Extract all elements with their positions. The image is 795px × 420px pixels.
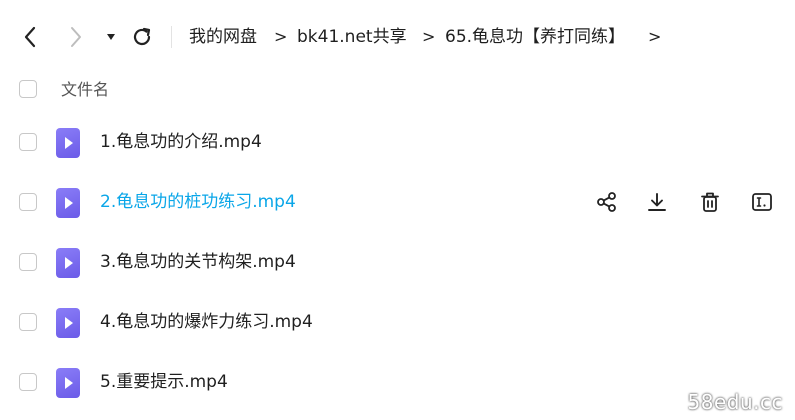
share-button[interactable] <box>593 188 621 216</box>
file-row[interactable]: 3.龟息功的关节构架.mp4 <box>0 233 795 291</box>
file-name[interactable]: 4.龟息功的爆炸力练习.mp4 <box>100 310 313 334</box>
share-icon <box>597 192 616 212</box>
refresh-button[interactable] <box>130 24 154 50</box>
select-all-checkbox[interactable] <box>19 80 37 98</box>
row-checkbox[interactable] <box>19 253 37 271</box>
file-row-hovered[interactable]: 2.龟息功的桩功练习.mp4 <box>0 173 795 231</box>
column-header-filename[interactable]: 文件名 <box>61 79 109 101</box>
chevron-left-icon <box>24 26 36 48</box>
back-button[interactable] <box>18 24 42 50</box>
caret-down-icon <box>107 34 115 40</box>
refresh-icon <box>133 27 151 46</box>
watermark: 58edu.cc <box>687 390 783 414</box>
delete-button[interactable] <box>696 188 724 216</box>
breadcrumb-separator: > <box>648 27 662 46</box>
file-name[interactable]: 3.龟息功的关节构架.mp4 <box>100 250 296 274</box>
rename-icon <box>752 193 772 211</box>
file-row[interactable]: 4.龟息功的爆炸力练习.mp4 <box>0 293 795 351</box>
breadcrumb-item-current[interactable]: 65.龟息功【养打同练】 <box>445 24 625 50</box>
row-checkbox[interactable] <box>19 373 37 391</box>
video-file-icon <box>56 188 80 218</box>
file-row[interactable]: 5.重要提示.mp4 <box>0 353 795 411</box>
breadcrumb-separator: > <box>274 27 288 46</box>
file-name[interactable]: 1.龟息功的介绍.mp4 <box>100 130 262 154</box>
list-header: 文件名 <box>0 72 795 108</box>
file-row[interactable]: 1.龟息功的介绍.mp4 <box>0 113 795 171</box>
file-name[interactable]: 2.龟息功的桩功练习.mp4 <box>100 190 296 214</box>
breadcrumb-item-root[interactable]: 我的网盘 <box>189 24 257 50</box>
video-file-icon <box>56 248 80 278</box>
toolbar-divider <box>171 26 172 48</box>
toolbar: 我的网盘 > bk41.net共享 > 65.龟息功【养打同练】 > <box>0 0 795 72</box>
video-file-icon <box>56 128 80 158</box>
row-checkbox[interactable] <box>19 133 37 151</box>
row-checkbox[interactable] <box>19 193 37 211</box>
breadcrumb-separator: > <box>422 27 436 46</box>
delete-icon <box>701 192 719 212</box>
file-name[interactable]: 5.重要提示.mp4 <box>100 370 228 394</box>
rename-button[interactable] <box>748 188 776 216</box>
chevron-right-icon <box>71 27 81 47</box>
download-icon <box>648 193 666 211</box>
history-dropdown-button[interactable] <box>99 24 123 50</box>
video-file-icon <box>56 308 80 338</box>
forward-button[interactable] <box>64 24 88 50</box>
breadcrumb-item-shared[interactable]: bk41.net共享 <box>297 24 407 50</box>
download-button[interactable] <box>643 188 671 216</box>
row-checkbox[interactable] <box>19 313 37 331</box>
video-file-icon <box>56 368 80 398</box>
